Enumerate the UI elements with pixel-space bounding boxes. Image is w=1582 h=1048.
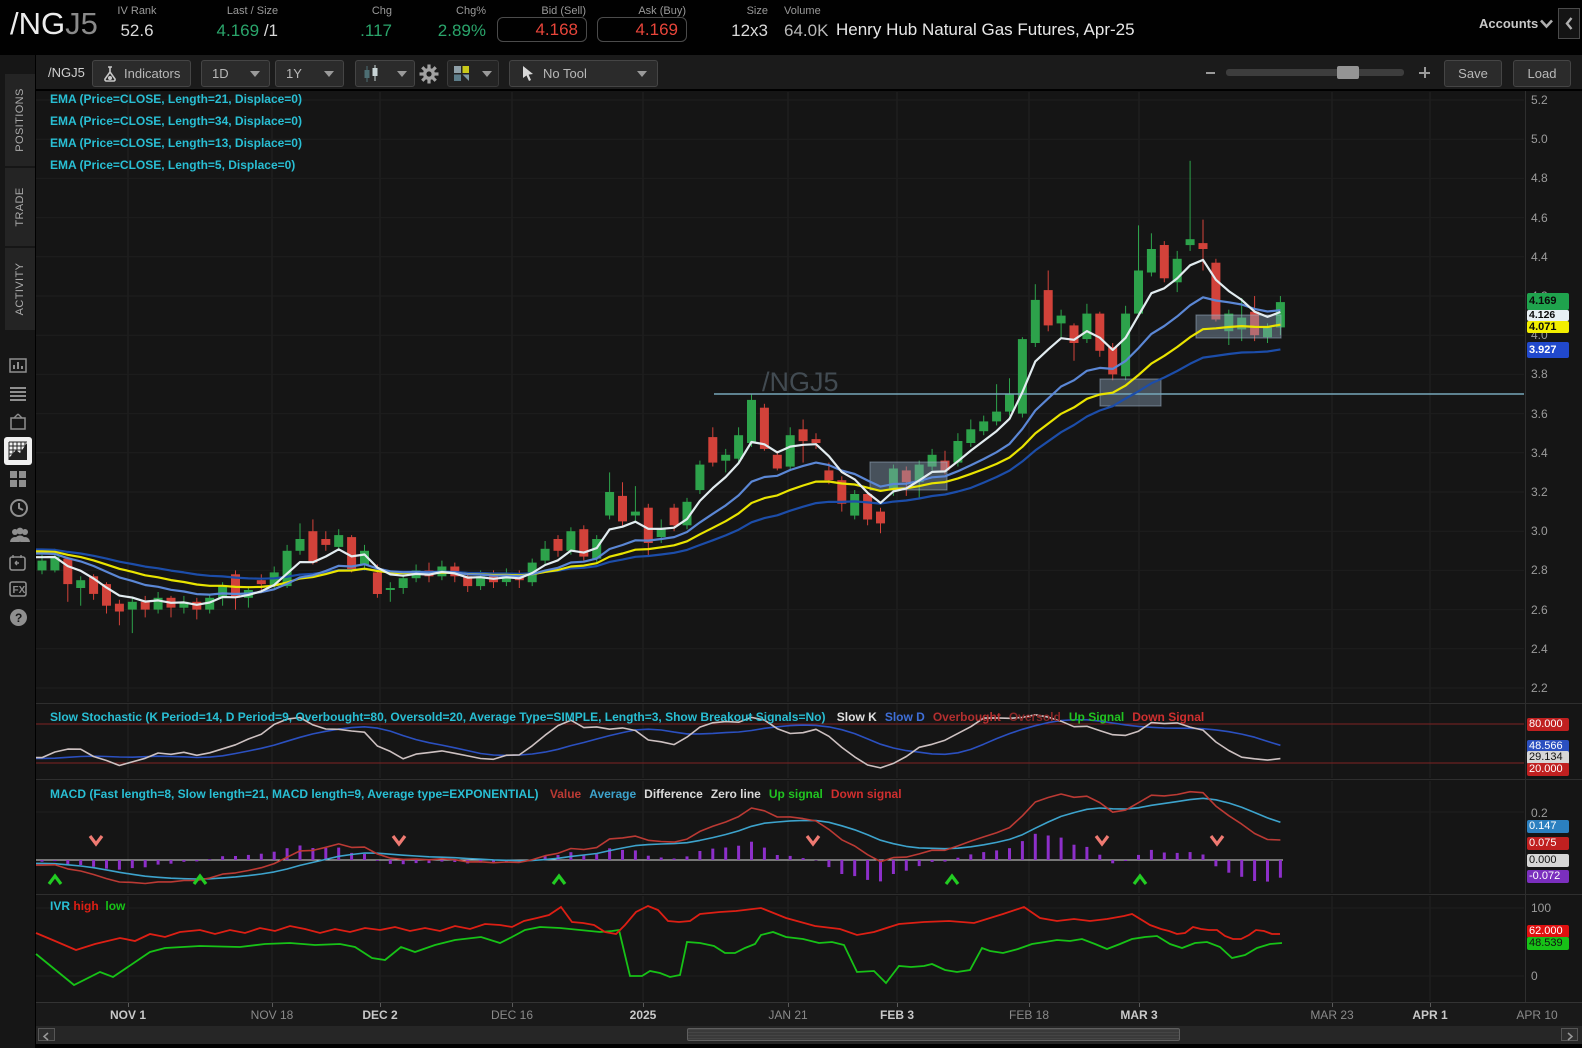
svg-text:/NGJ5: /NGJ5 [762, 367, 839, 397]
